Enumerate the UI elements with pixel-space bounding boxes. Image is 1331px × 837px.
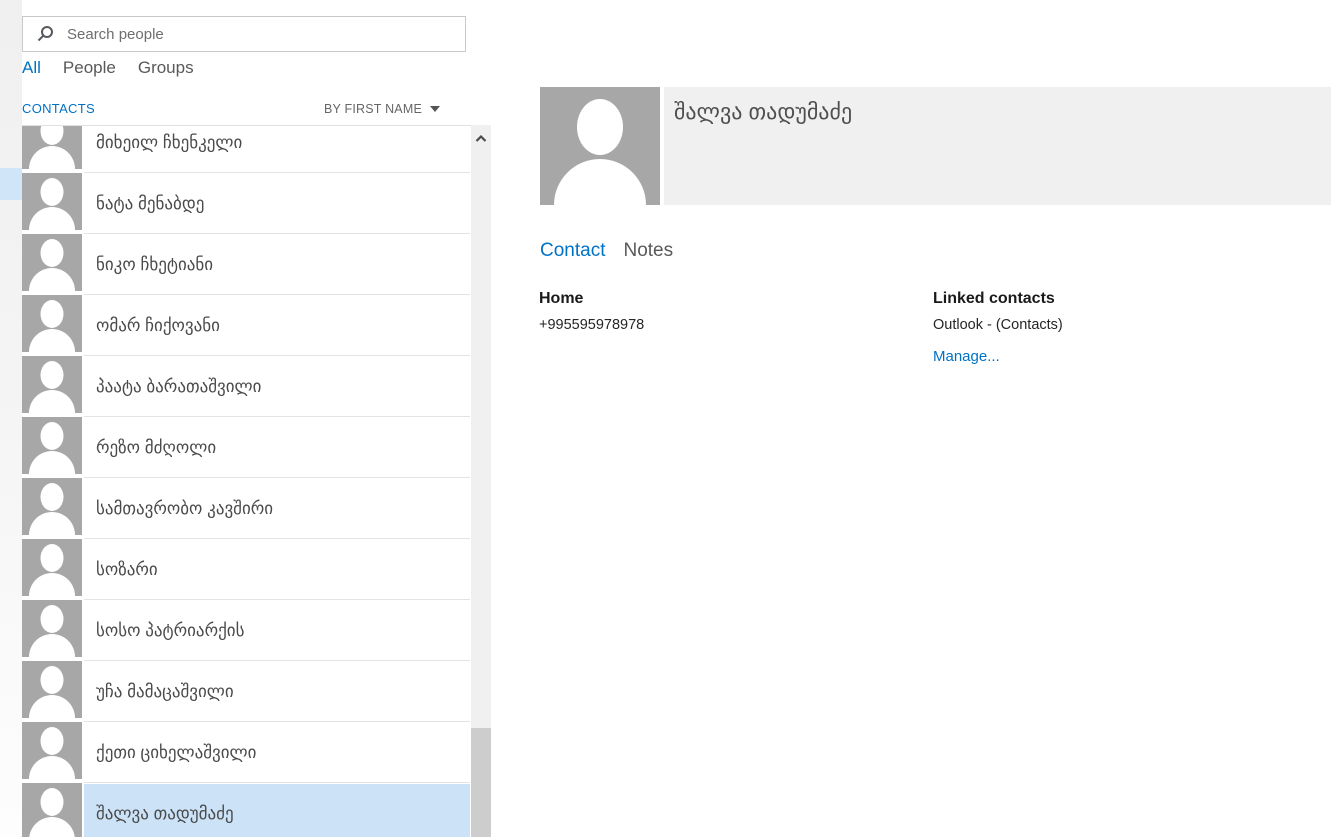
tab-contact[interactable]: Contact xyxy=(540,240,605,262)
search-box[interactable] xyxy=(22,16,466,52)
linked-contacts-heading: Linked contacts xyxy=(933,289,1303,309)
contact-detail-tabs: Contact Notes xyxy=(540,240,673,262)
contact-name: ნიკო ჩხეტიანი xyxy=(22,234,470,295)
home-heading: Home xyxy=(539,289,909,309)
contact-list-item[interactable]: პაატა ბარათაშვილი xyxy=(22,356,470,417)
contact-list-item[interactable]: ქეთი ციხელაშვილი xyxy=(22,722,470,783)
contact-list-item[interactable]: რეზო მძღოლი xyxy=(22,417,470,478)
nav-gutter xyxy=(0,0,22,837)
contact-name: ქეთი ციხელაშვილი xyxy=(22,722,470,783)
contact-list-item[interactable]: სოსო პატრიარქის xyxy=(22,600,470,661)
contact-list-item[interactable]: ნატა მენაბდე xyxy=(22,173,470,234)
contact-list-item[interactable]: ომარ ჩიქოვანი xyxy=(22,295,470,356)
sort-by-dropdown[interactable]: BY FIRST NAME xyxy=(324,102,440,116)
scroll-up-icon[interactable] xyxy=(475,134,487,143)
contact-name: უჩა მამაცაშვილი xyxy=(22,661,470,722)
nav-selected-fragment[interactable] xyxy=(0,168,22,200)
contact-name: რეზო მძღოლი xyxy=(22,417,470,478)
contact-name: სოსო პატრიარქის xyxy=(22,600,470,661)
tab-all[interactable]: All xyxy=(22,58,41,78)
chevron-down-icon xyxy=(430,106,440,112)
contact-list-item[interactable]: შალვა თადუმაძე xyxy=(22,783,470,837)
contact-name: სამთავრობო კავშირი xyxy=(22,478,470,539)
contact-list-item[interactable]: უჩა მამაცაშვილი xyxy=(22,661,470,722)
contact-detail-avatar xyxy=(540,87,660,205)
contacts-title: CONTACTS xyxy=(22,101,95,116)
contacts-list[interactable]: მიხეილ ჩხენკელი ნატა მენაბდე ნიკო ჩხეტია… xyxy=(22,126,470,837)
manage-link[interactable]: Manage... xyxy=(933,348,1000,365)
contact-name: ნატა მენაბდე xyxy=(22,173,470,234)
search-input[interactable] xyxy=(67,26,465,43)
search-icon xyxy=(36,25,54,43)
scrollbar-thumb[interactable] xyxy=(471,728,491,837)
linked-contacts-source: Outlook - (Contacts) xyxy=(933,316,1303,334)
contact-name: პაატა ბარათაშვილი xyxy=(22,356,470,417)
contact-list-item[interactable]: სოზარი xyxy=(22,539,470,600)
contact-name: მიხეილ ჩხენკელი xyxy=(22,126,470,173)
sort-by-label: BY FIRST NAME xyxy=(324,102,422,116)
tab-people[interactable]: People xyxy=(63,58,116,78)
contacts-scrollbar[interactable] xyxy=(471,125,491,837)
contact-name: ომარ ჩიქოვანი xyxy=(22,295,470,356)
contact-name: შალვა თადუმაძე xyxy=(22,783,470,837)
contact-name: სოზარი xyxy=(22,539,470,600)
contact-list-item[interactable]: მიხეილ ჩხენკელი xyxy=(22,126,470,173)
contact-detail-name: შალვა თადუმაძე xyxy=(674,99,852,125)
contact-list-item[interactable]: ნიკო ჩხეტიანი xyxy=(22,234,470,295)
contact-list-item[interactable]: სამთავრობო კავშირი xyxy=(22,478,470,539)
person-icon xyxy=(540,87,660,205)
tab-notes[interactable]: Notes xyxy=(623,240,673,262)
people-app: All People Groups CONTACTS BY FIRST NAME… xyxy=(0,0,1331,837)
linked-contacts-section: Linked contacts Outlook - (Contacts) Man… xyxy=(933,289,1303,366)
home-phone: +995595978978 xyxy=(539,316,909,334)
contact-header-band: შალვა თადუმაძე xyxy=(664,87,1331,205)
contacts-list-header: CONTACTS BY FIRST NAME xyxy=(22,101,470,116)
tab-groups[interactable]: Groups xyxy=(138,58,194,78)
home-section: Home +995595978978 xyxy=(539,289,909,334)
filter-tabs: All People Groups xyxy=(22,58,194,78)
contact-rows: მიხეილ ჩხენკელი ნატა მენაბდე ნიკო ჩხეტია… xyxy=(22,126,470,837)
